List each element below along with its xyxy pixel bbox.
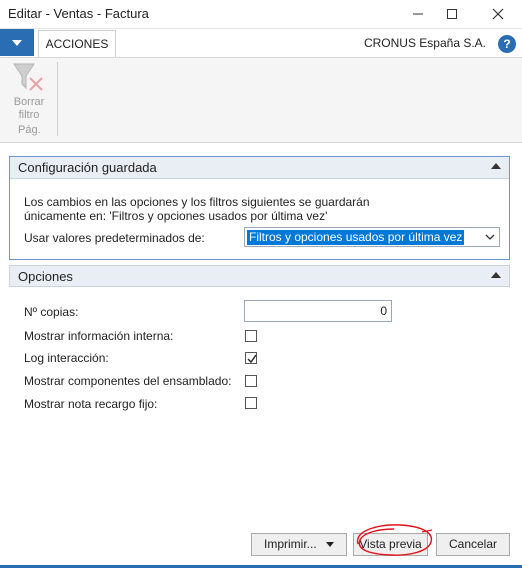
clear-filter-label-2: filtro	[18, 109, 40, 121]
log-interaction-label: Log interacción:	[24, 351, 109, 365]
saved-config-title: Configuración guardada	[18, 160, 157, 175]
chevron-down-icon	[326, 542, 334, 548]
cancel-button[interactable]: Cancelar	[436, 533, 510, 556]
log-interaction-checkbox[interactable]	[245, 352, 257, 364]
ribbon-group-label: Pág.	[18, 124, 41, 136]
checkmark-icon	[247, 354, 257, 364]
help-icon[interactable]: ?	[498, 35, 516, 53]
window-title: Editar - Ventas - Factura	[8, 6, 149, 21]
assembly-checkbox[interactable]	[245, 375, 257, 387]
options-header[interactable]: Opciones	[9, 265, 510, 287]
print-button-label: Imprimir...	[263, 537, 317, 551]
options-section: Opciones	[9, 265, 510, 287]
saved-config-header[interactable]: Configuración guardada	[10, 157, 509, 179]
options-title: Opciones	[18, 269, 73, 284]
tab-acciones[interactable]: ACCIONES	[38, 30, 116, 57]
maximize-button[interactable]	[432, 0, 472, 28]
clear-filter-button[interactable]: Borrar filtro	[8, 62, 50, 122]
assembly-label: Mostrar componentes del ensamblado:	[24, 374, 232, 388]
chevron-down-icon	[485, 234, 495, 240]
fixed-surcharge-checkbox[interactable]	[245, 397, 257, 409]
clear-filter-label: Borrar	[13, 96, 45, 108]
company-name: CRONUS España S.A.	[363, 36, 486, 50]
saved-config-description-line1: Los cambios en las opciones y los filtro…	[24, 195, 370, 209]
chevron-up-icon	[491, 272, 501, 278]
saved-config-description-line2: únicamente en: 'Filtros y opciones usado…	[24, 209, 328, 223]
ribbon-panel	[0, 58, 522, 143]
defaults-select-value: Filtros y opciones usados por última vez	[247, 230, 465, 245]
close-icon	[492, 8, 504, 20]
minimize-icon	[413, 13, 423, 15]
internal-info-checkbox[interactable]	[245, 330, 257, 342]
print-button[interactable]: Imprimir...	[251, 533, 347, 556]
chevron-down-icon	[12, 39, 22, 46]
copies-label: Nº copias:	[24, 305, 79, 319]
fixed-surcharge-label: Mostrar nota recargo fijo:	[24, 397, 158, 411]
app-menu-button[interactable]	[0, 29, 34, 56]
defaults-select[interactable]: Filtros y opciones usados por última vez	[244, 227, 500, 247]
maximize-icon	[447, 9, 457, 19]
annotation-ellipse	[357, 524, 433, 556]
copies-input[interactable]: 0	[244, 300, 392, 322]
internal-info-label: Mostrar información interna:	[24, 329, 174, 343]
title-bar: Editar - Ventas - Factura	[0, 0, 522, 29]
close-button[interactable]	[478, 0, 518, 28]
ribbon-separator	[57, 62, 58, 136]
chevron-up-icon	[491, 163, 501, 169]
clear-filter-icon	[13, 63, 43, 91]
defaults-label: Usar valores predeterminados de:	[24, 231, 205, 245]
saved-config-description: Los cambios en las opciones y los filtro…	[24, 195, 370, 223]
